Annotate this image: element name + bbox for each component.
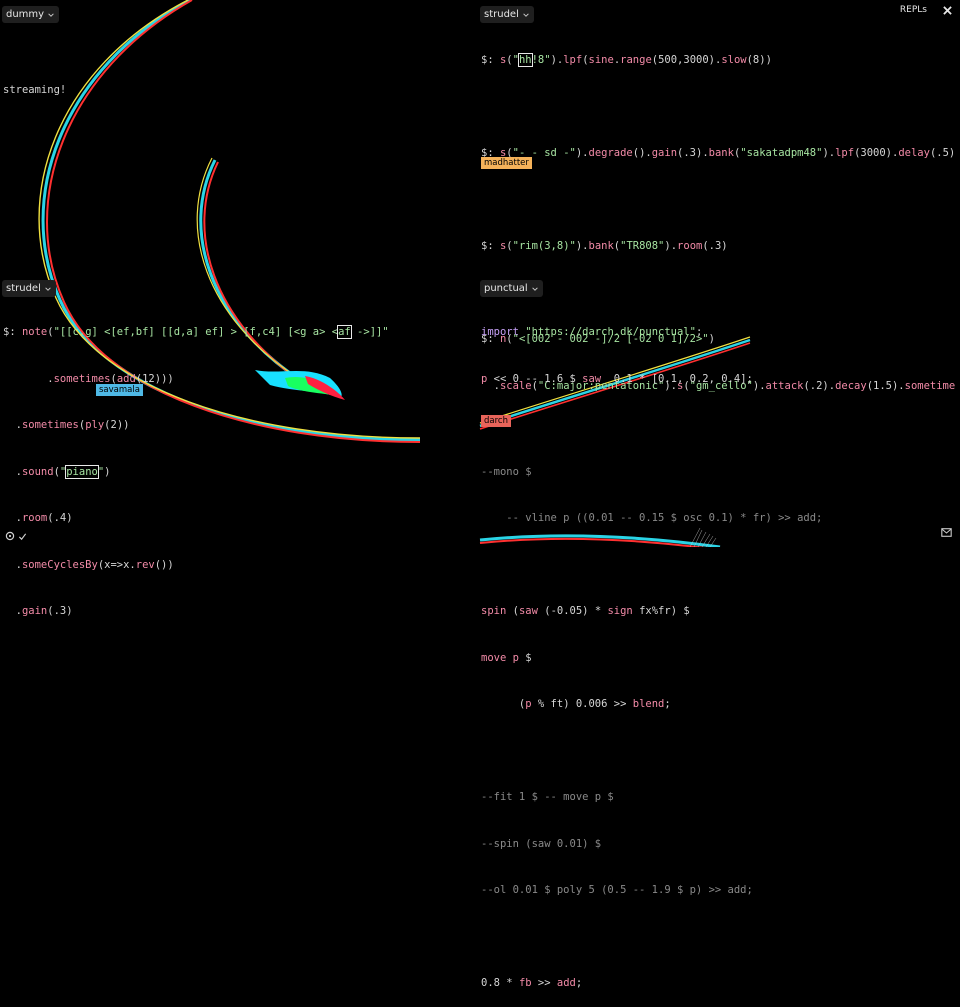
code-line: .someCyclesBy(x=>x.rev()) <box>3 558 174 571</box>
status-bar <box>5 531 27 541</box>
code-line: $: s("rim(3,8)").bank("TR808").room(.3) <box>481 240 728 252</box>
code-line: .sometimes(add(12))) <box>3 372 174 385</box>
mail-button[interactable] <box>941 522 952 541</box>
chevron-down-icon <box>45 286 51 291</box>
code-line: import "https://darch.dk/punctual"; <box>481 326 703 338</box>
tab-strudel-bottom-label: strudel <box>6 283 41 294</box>
code-line: --spin (saw 0.01) $ <box>481 837 602 850</box>
code-line: .sound("piano") <box>3 464 111 479</box>
cursor-label-savamala: savamala <box>96 384 143 396</box>
code-line: --fit 1 $ -- move p $ <box>481 791 614 803</box>
chevron-down-icon <box>531 286 538 291</box>
code-line: .gain(.3) <box>3 605 73 617</box>
header-controls: REPLs <box>900 5 952 15</box>
pane-dummy: dummy <box>2 2 60 23</box>
tab-dummy[interactable]: dummy <box>2 6 60 23</box>
code-line: spin (saw (-0.05) * sign fx%fr) $ <box>481 605 690 617</box>
tab-dummy-label: dummy <box>6 9 45 20</box>
tab-strudel-bottom[interactable]: strudel <box>2 280 56 297</box>
tab-punctual[interactable]: punctual <box>480 280 543 297</box>
code-line: $: note("[[c,g] <[ef,bf] [[d,a] ef] > [f… <box>3 325 389 339</box>
close-icon[interactable] <box>943 5 952 15</box>
code-line: $: s("- - sd -").degrade().gain(.3).bank… <box>481 147 956 159</box>
code-line: $: s("hh!8").lpf(sine.range(500,3000).sl… <box>481 53 772 67</box>
circle-icon[interactable] <box>5 531 15 541</box>
tab-punctual-label: punctual <box>484 283 528 294</box>
repls-label[interactable]: REPLs <box>900 5 927 15</box>
streaming-text: streaming! <box>3 84 67 96</box>
cursor-label-madhatter: madhatter <box>481 157 532 169</box>
pane-strudel-bottom: strudel <box>2 276 56 297</box>
pane-punctual: punctual <box>480 276 543 297</box>
pane-strudel-top: strudel <box>480 2 534 23</box>
code-line: -- vline p ((0.01 -- 0.15 $ osc 0.1) * f… <box>481 512 823 524</box>
punctual-editor[interactable]: import "https://darch.dk/punctual"; p <<… <box>481 294 956 1007</box>
code-line: 0.8 * fb >> add; <box>481 977 583 989</box>
strudel-bottom-editor[interactable]: $: note("[[c,g] <[ef,bf] [[d,a] ef] > [f… <box>3 294 473 635</box>
mail-icon <box>941 528 952 537</box>
code-line: p << 0 -- 1.6 $ saw 0.1 * [0.1, 0.2, 0.4… <box>481 372 753 385</box>
cursor-label-darch: darch <box>481 415 511 427</box>
code-line: --ol 0.01 $ poly 5 (0.5 -- 1.9 $ p) >> a… <box>481 884 753 896</box>
code-line: (p % ft) 0.006 >> blend; <box>481 698 671 710</box>
tab-strudel-top[interactable]: strudel <box>480 6 534 23</box>
tab-strudel-top-label: strudel <box>484 9 519 20</box>
code-line: .room(.4) <box>3 512 73 524</box>
code-line: move p $ <box>481 651 532 664</box>
chevron-down-icon <box>523 12 529 17</box>
code-line: --mono $ <box>481 465 532 478</box>
code-line: .sometimes(ply(2)) <box>3 419 130 431</box>
check-icon <box>18 532 27 540</box>
chevron-down-icon <box>48 12 54 17</box>
